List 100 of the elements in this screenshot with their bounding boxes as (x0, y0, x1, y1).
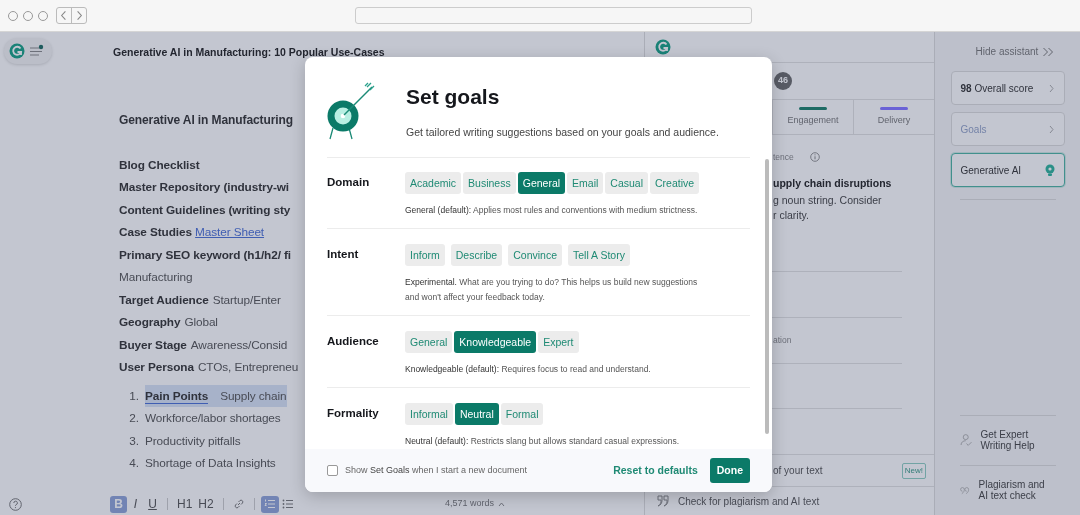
tab-label: Delivery (877, 113, 911, 127)
card-label: Generative AI (960, 163, 1022, 178)
suggestion-category: tence (773, 151, 794, 164)
option-button[interactable]: Expert (538, 330, 579, 353)
list-item-text: Shortage of Data Insights (145, 456, 276, 470)
score-label: 98 Overall score (960, 81, 1034, 96)
suggestion-title: upply chain disruptions (773, 175, 893, 191)
option-button[interactable]: Email (567, 171, 604, 194)
grammarly-logo-icon (9, 43, 25, 59)
suggestion-category: ation (773, 334, 792, 347)
field-label: Master Repository (industry-wi (119, 180, 290, 194)
field-value: Manufacturing (119, 270, 193, 284)
setting-description: Neutral (default): Restricts slang but allows standard casual expressions. (404, 434, 681, 448)
field-value: Startup/Enter (212, 292, 281, 307)
link[interactable]: Master Sheet (195, 225, 265, 239)
person-check-icon (959, 431, 973, 449)
bulleted-list-icon (281, 498, 294, 510)
option-button[interactable]: Tell A Story (568, 243, 630, 266)
expert-help-link[interactable]: Get Expert Writing Help (980, 429, 1056, 451)
list-item-text: Supply chain (220, 388, 287, 403)
field-label: Blog Checklist (119, 157, 200, 172)
new-badge: New! (901, 462, 926, 479)
hide-assistant-link[interactable]: Hide assistant (975, 44, 1039, 59)
modal-subtitle: Get tailored writing suggestions based on your goals and audience. (406, 125, 719, 141)
tab-label: Engagement (787, 113, 839, 127)
double-chevron-icon (1042, 46, 1055, 57)
count-badge: 46 (774, 72, 792, 90)
scrollbar[interactable] (765, 159, 769, 434)
option-button[interactable]: Describe (450, 243, 503, 266)
goals-card[interactable]: Goals (950, 112, 1065, 146)
plagiarism-check-link[interactable]: Plagiarism and AI text check (978, 479, 1056, 501)
link-icon (232, 498, 245, 510)
field-label: Content Guidelines (writing sty (119, 202, 291, 217)
overall-score-card[interactable]: 98 Overall score (950, 71, 1065, 105)
setting-label: Formality (327, 406, 380, 422)
done-button[interactable]: Done (709, 457, 750, 484)
option-button[interactable]: Informal (405, 402, 453, 425)
field-value: CTOs, Entrepreneu (197, 360, 299, 374)
heading-button[interactable]: H2 (195, 495, 217, 513)
caret-icon (498, 501, 506, 507)
reset-link[interactable]: Reset to defaults (613, 462, 698, 479)
field-label: Geography (119, 315, 181, 329)
setting-description: Knowledgeable (default): Requires focus to read and understand. (404, 362, 652, 376)
setting-label: Audience (327, 334, 380, 350)
chevron-icon (1048, 124, 1055, 134)
checkbox-label: Show Set Goals when I start a new document (345, 463, 528, 477)
feature-link[interactable]: of your text (773, 463, 823, 478)
list-number: 1. (128, 387, 140, 405)
bold-button[interactable]: B (110, 495, 127, 513)
chevron-icon (1048, 83, 1055, 93)
grammarly-widget[interactable] (4, 38, 52, 64)
option-button[interactable]: Business (463, 171, 516, 194)
grammarly-logo-icon (655, 39, 671, 55)
help-icon[interactable] (9, 497, 22, 511)
option-button[interactable]: Inform (405, 243, 445, 266)
modal-title: Set goals (406, 84, 501, 110)
numbered-list-button[interactable] (260, 495, 279, 513)
word-count[interactable]: 4,571 words (445, 497, 495, 511)
address-bar[interactable] (355, 7, 752, 24)
option-button[interactable]: General (517, 171, 566, 194)
option-button[interactable]: Convince (508, 243, 562, 266)
field-label: Buyer Stage (119, 337, 187, 352)
plagiarism-link[interactable]: Check for plagiarism and AI text (678, 493, 820, 509)
setting-label: Domain (327, 175, 371, 191)
document-title: Generative AI in Manufacturing: 10 Popular Use-Cases (113, 45, 385, 60)
list-item-text: Productivity pitfalls (145, 433, 241, 448)
setting-label: Intent (327, 247, 360, 263)
goals-label: Goals (960, 122, 987, 137)
option-button[interactable]: Knowledgeable (454, 330, 537, 353)
field-value: Awareness/Consid (190, 337, 288, 352)
generative-ai-card[interactable]: Generative AI (950, 153, 1065, 187)
italic-button[interactable]: I (127, 495, 144, 513)
option-button[interactable]: Creative (650, 171, 700, 194)
info-icon (809, 152, 820, 163)
list-number: 3. (128, 432, 140, 450)
checkbox[interactable] (327, 464, 338, 476)
list-item-label: Pain Points (145, 388, 209, 404)
menu-icon (29, 44, 45, 58)
option-button[interactable]: Academic (405, 171, 462, 194)
field-label: User Persona (119, 360, 194, 374)
option-button[interactable]: Casual (605, 171, 649, 194)
field-label: Target Audience (119, 292, 209, 307)
quote-icon (656, 495, 670, 507)
numbered-list-icon (263, 498, 276, 510)
field-label: Case Studies (119, 225, 192, 239)
lightbulb-icon (1044, 163, 1055, 177)
setting-description: Experimental. What are you trying to do? This helps us build new suggestions and won't affect your feedback today. (404, 275, 699, 304)
list-number: 4. (128, 455, 140, 472)
suggestion-text: g noun string. Consider r clarity. (773, 192, 883, 223)
option-button[interactable]: Neutral (454, 402, 499, 425)
heading-button[interactable]: H1 (174, 495, 196, 513)
field-label: Primary SEO keyword (h1/h2/ fi (119, 247, 292, 262)
category-tab[interactable]: Delivery (853, 100, 934, 134)
option-button[interactable]: General (405, 330, 453, 353)
list-number: 2. (128, 410, 140, 427)
option-button[interactable]: Formal (500, 402, 544, 425)
list-item-text: Workforce/labor shortages (145, 411, 281, 425)
underline-button[interactable]: U (144, 495, 161, 513)
field-value: Global (184, 315, 218, 329)
setting-description: General (default): Applies most rules and conventions with medium strictness. (404, 203, 699, 217)
